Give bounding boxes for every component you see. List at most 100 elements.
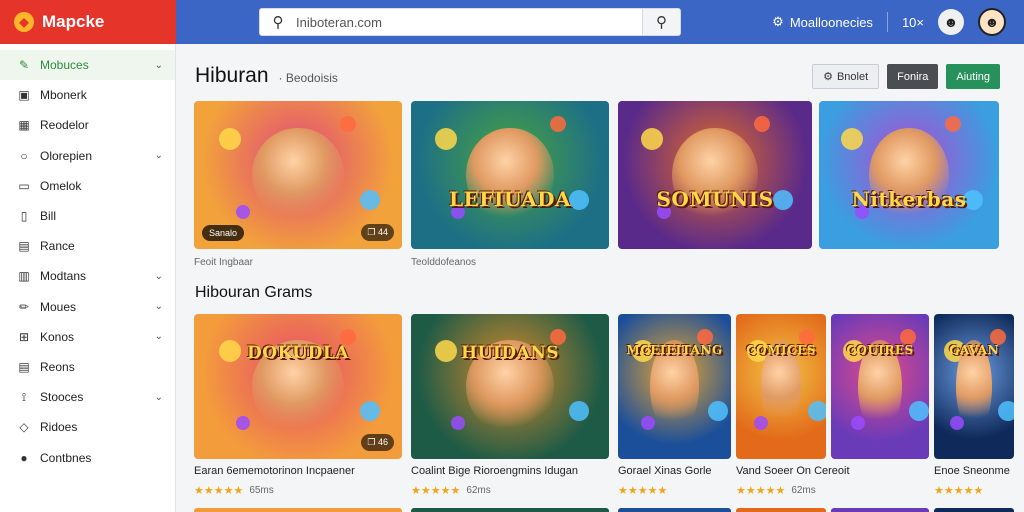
sidebar-item-label: Olorepien — [40, 148, 93, 163]
grid-icon: ▤ — [18, 239, 30, 254]
decoration-shape — [945, 115, 961, 132]
game-card[interactable]: COUIRES — [831, 314, 929, 459]
circle-icon: ○ — [20, 148, 28, 163]
decoration-shape — [339, 115, 356, 132]
next-row-preview — [194, 508, 402, 512]
sidebar-item-reons[interactable]: ▤ Reons — [0, 352, 175, 382]
bnolet-button[interactable]: ⚙ Bnolet — [812, 64, 880, 89]
next-row-preview — [411, 508, 609, 512]
section-header: Hiburan · Beodoisis — [195, 64, 338, 88]
decoration-shape — [909, 401, 929, 421]
sidebar-item-label: Bill — [40, 209, 57, 224]
game-title[interactable]: Vand Soeer On Cereoit — [736, 465, 850, 477]
sidebar-item-contbnes[interactable]: ● Contbnes — [0, 442, 175, 472]
game-card[interactable]: DOKUDLA ❐ 46 — [194, 314, 402, 459]
featured-card[interactable]: Nitkerbas — [819, 101, 999, 249]
chevron-down-icon: ⌄ — [154, 150, 163, 162]
fonira-button[interactable]: Fonira — [887, 64, 939, 89]
search-button[interactable]: ⚲ — [642, 9, 680, 35]
sidebar-item-konos[interactable]: ⊞ Konos ⌄ — [0, 322, 175, 352]
rating-count: 62ms — [466, 485, 491, 496]
game-art-title: COUIRES — [846, 343, 914, 357]
sidebar-item-ridoes[interactable]: ◇ Ridoes — [0, 412, 175, 442]
decoration-shape — [840, 127, 863, 150]
star-icons: ★★★★★ — [618, 485, 668, 497]
chevron-down-icon: ⌄ — [154, 331, 163, 343]
profile-icon[interactable]: ☻ — [938, 9, 964, 35]
shop-icon: ▦ — [18, 118, 30, 133]
sidebar-item-label: Omelok — [40, 178, 82, 193]
game-card[interactable]: COMICES — [736, 314, 826, 459]
next-row-preview — [618, 508, 731, 512]
avatar[interactable]: ☻ — [978, 8, 1006, 36]
sidebar-item-label: Mobuces — [40, 58, 89, 73]
star-icons: ★★★★★ — [934, 485, 984, 497]
decoration-shape — [549, 115, 566, 132]
sidebar: ✎ Mobuces ⌄ ▣ Mbonerk ▦ Reodelor ○ Olorepien ⌄ ▭ Om… — [0, 44, 176, 512]
sidebar-item-label: Konos — [40, 329, 75, 344]
featured-card[interactable]: Sanalo ❐ 44 — [194, 101, 402, 249]
header-actions: ⚙ Bnolet Fonira Aiuting — [812, 64, 1000, 89]
decoration-shape — [641, 127, 664, 150]
count-label[interactable]: 10× — [902, 15, 924, 30]
star-icons: ★★★★★ — [411, 485, 461, 497]
decoration-shape — [753, 115, 770, 132]
decoration-shape — [808, 401, 826, 421]
rating-count: 62ms — [791, 485, 816, 496]
inbox-icon: ▥ — [18, 269, 30, 284]
sidebar-item-moues[interactable]: ✏ Moues ⌄ — [0, 292, 175, 322]
game-card[interactable]: HUIDANS — [411, 314, 609, 459]
decoration-shape — [850, 415, 865, 430]
sidebar-item-label: Mbonerk — [40, 88, 87, 103]
divider — [886, 12, 888, 32]
next-row-preview — [736, 508, 826, 512]
sidebar-item-label: Stooces — [40, 390, 84, 405]
sidebar-item-mbonerk[interactable]: ▣ Mbonerk — [0, 80, 175, 110]
featured-card[interactable]: SOMUNIS — [618, 101, 812, 249]
decoration-shape — [235, 204, 250, 219]
featured-caption: Feoit Ingbaar — [194, 257, 253, 268]
sidebar-item-omelok[interactable]: ▭ Omelok — [0, 171, 175, 201]
coin-icon: ● — [20, 450, 28, 465]
sidebar-item-modtans[interactable]: ▥ Modtans ⌄ — [0, 261, 175, 291]
app-logo-icon: ◆ — [14, 12, 34, 32]
rating-stars: ★★★★★ 62ms — [411, 484, 491, 497]
sidebar-item-label: Rance — [40, 239, 75, 254]
sidebar-item-olorepien[interactable]: ○ Olorepien ⌄ — [0, 141, 175, 171]
sidebar-item-rance[interactable]: ▤ Rance — [0, 231, 175, 261]
game-title[interactable]: Coalint Bige Rioroengmins Idugan — [411, 465, 578, 477]
game-title[interactable]: Earan 6ememotorinon Incpaener — [194, 465, 355, 477]
chevron-down-icon: ⌄ — [154, 270, 163, 282]
game-card[interactable]: MCEIEITANG — [618, 314, 731, 459]
decoration-shape — [998, 401, 1014, 421]
sidebar-item-stooces[interactable]: ⟟ Stooces ⌄ — [0, 382, 175, 412]
decoration-shape — [218, 127, 241, 150]
decoration-shape — [450, 415, 465, 430]
clipboard-icon: ▤ — [18, 359, 30, 374]
search-input[interactable] — [296, 9, 642, 35]
decoration-shape — [235, 415, 250, 430]
rating-stars: ★★★★★ 62ms — [736, 484, 816, 497]
search-bar: ⚲ ⚲ — [259, 8, 681, 36]
sidebar-item-label: Modtans — [40, 269, 87, 284]
sidebar-item-bill[interactable]: ▯ Bill — [0, 201, 175, 231]
bag-icon: ▣ — [18, 88, 30, 103]
featured-card[interactable]: LEFIUADA — [411, 101, 609, 249]
sidebar-item-reodelor[interactable]: ▦ Reodelor — [0, 110, 175, 140]
game-card[interactable]: GAVAN — [934, 314, 1014, 459]
rating-stars: ★★★★★ — [934, 484, 983, 497]
sidebar-item-label: Reodelor — [40, 118, 89, 133]
featured-caption: Teolddofeanos — [411, 257, 477, 268]
sidebar-item-mobuces[interactable]: ✎ Mobuces ⌄ — [0, 50, 175, 81]
sidebar-item-label: Moues — [40, 299, 77, 314]
search-icon: ⚲ — [272, 14, 284, 31]
game-title[interactable]: Enoe Sneonme — [934, 465, 1010, 477]
notifications-link[interactable]: ⚙ Moalloonecies — [772, 14, 873, 30]
button-label: Bnolet — [836, 70, 869, 83]
game-art-title: SOMUNIS — [656, 186, 774, 211]
pencil-icon: ✏ — [18, 299, 30, 314]
media-count-badge: ❐ 46 — [361, 434, 394, 451]
app-brand[interactable]: ◆ Mapcke — [0, 0, 176, 44]
game-title[interactable]: Gorael Xinas Gorle — [618, 465, 712, 477]
aiuting-button[interactable]: Aiuting — [946, 64, 1000, 89]
